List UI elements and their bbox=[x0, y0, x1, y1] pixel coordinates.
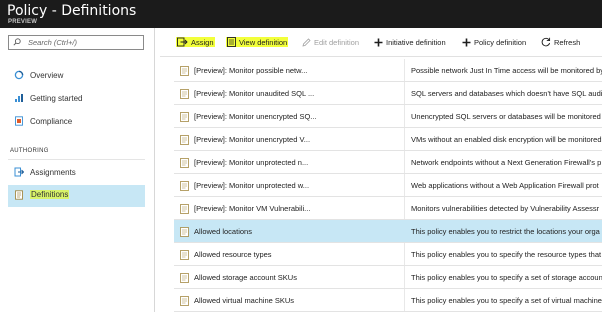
nav-item-definitions[interactable]: Definitions bbox=[8, 185, 145, 207]
page-title: Policy - Definitions bbox=[7, 3, 137, 19]
policy-icon bbox=[180, 296, 189, 306]
view-definition-icon bbox=[227, 37, 236, 47]
row-description: This policy enables you to specify the r… bbox=[411, 250, 602, 259]
view-definition-label: View definition bbox=[239, 37, 288, 47]
nav-item-label: Getting started bbox=[30, 94, 83, 103]
definitions-icon bbox=[15, 190, 23, 200]
row-description: Web applications without a Web Applicati… bbox=[411, 181, 599, 190]
row-name: Allowed storage account SKUs bbox=[194, 273, 297, 282]
view-definition-button[interactable]: View definition bbox=[226, 36, 289, 48]
initiative-definition-button[interactable]: Initiative definition bbox=[374, 36, 446, 48]
policy-icon bbox=[180, 158, 189, 168]
edit-definition-button[interactable]: Edit definition bbox=[302, 36, 359, 48]
plus-icon bbox=[374, 38, 383, 46]
row-name: [Preview]: Monitor unaudited SQL ... bbox=[194, 89, 315, 98]
nav-item-overview[interactable]: Overview bbox=[8, 65, 145, 87]
row-description: Network endpoints without a Next Generat… bbox=[411, 158, 602, 167]
policy-icon bbox=[180, 66, 189, 76]
row-description: This policy enables you to restrict the … bbox=[411, 227, 600, 236]
search-icon bbox=[13, 38, 21, 46]
row-description: Possible network Just In Time access wil… bbox=[411, 66, 602, 75]
refresh-button[interactable]: Refresh bbox=[541, 36, 580, 48]
row-name: Allowed locations bbox=[194, 227, 252, 236]
edit-definition-label: Edit definition bbox=[314, 37, 360, 47]
section-label-authoring: AUTHORING bbox=[10, 148, 49, 154]
table-row[interactable]: [Preview]: Monitor unencrypted SQ... Une… bbox=[174, 105, 602, 128]
policy-icon bbox=[180, 135, 189, 145]
search-input[interactable]: Search (Ctrl+/) bbox=[8, 35, 144, 50]
initiative-definition-label: Initiative definition bbox=[386, 37, 446, 47]
nav-item-label: Assignments bbox=[30, 168, 76, 177]
nav-item-label: Compliance bbox=[30, 117, 73, 126]
pencil-icon bbox=[302, 37, 311, 47]
refresh-icon bbox=[541, 37, 551, 47]
command-bar: Assign View definition Edit definition I… bbox=[160, 28, 602, 57]
row-name: Allowed virtual machine SKUs bbox=[194, 296, 295, 305]
nav-item-assignments[interactable]: Assignments bbox=[8, 162, 145, 184]
table-row[interactable]: [Preview]: Monitor unencrypted V... VMs … bbox=[174, 128, 602, 151]
policy-icon bbox=[180, 89, 189, 99]
nav-item-getting-started[interactable]: Getting started bbox=[8, 88, 145, 110]
nav-item-label: Overview bbox=[30, 71, 64, 80]
row-name: [Preview]: Monitor unprotected w... bbox=[194, 181, 310, 190]
row-description: Monitors vulnerabilities detected by Vul… bbox=[411, 204, 600, 213]
table-row[interactable]: [Preview]: Monitor unaudited SQL ... SQL… bbox=[174, 82, 602, 105]
table-row[interactable]: [Preview]: Monitor unprotected n... Netw… bbox=[174, 151, 602, 174]
row-name: Allowed resource types bbox=[194, 250, 272, 259]
policy-definition-label: Policy definition bbox=[474, 37, 527, 47]
assignments-icon bbox=[14, 167, 24, 177]
table-row[interactable]: [Preview]: Monitor VM Vulnerabili... Mon… bbox=[174, 197, 602, 220]
row-name: [Preview]: Monitor unencrypted SQ... bbox=[194, 112, 317, 121]
nav-item-label: Definitions bbox=[30, 190, 70, 199]
refresh-label: Refresh bbox=[554, 37, 581, 47]
table-row[interactable]: [Preview]: Monitor possible netw... Poss… bbox=[174, 59, 602, 82]
policy-icon bbox=[180, 250, 189, 260]
preview-badge: PREVIEW bbox=[8, 19, 38, 25]
table-row[interactable]: Allowed virtual machine SKUs This policy… bbox=[174, 289, 602, 312]
search-placeholder: Search (Ctrl+/) bbox=[28, 38, 77, 47]
policy-icon bbox=[180, 112, 189, 122]
row-description: This policy enables you to specify a set… bbox=[411, 273, 602, 282]
row-name: [Preview]: Monitor possible netw... bbox=[194, 66, 308, 75]
section-divider bbox=[8, 159, 145, 160]
row-name: [Preview]: Monitor VM Vulnerabili... bbox=[194, 204, 311, 213]
getting-started-icon bbox=[15, 94, 23, 102]
assign-button[interactable]: Assign bbox=[176, 36, 215, 48]
row-description: Unencrypted SQL servers or databases wil… bbox=[411, 112, 601, 121]
table-row[interactable]: Allowed storage account SKUs This policy… bbox=[174, 266, 602, 289]
assign-label: Assign bbox=[191, 37, 214, 47]
row-description: This policy enables you to specify a set… bbox=[411, 296, 602, 305]
left-nav: Search (Ctrl+/) Overview Getting started… bbox=[0, 28, 155, 312]
nav-item-compliance[interactable]: Compliance bbox=[8, 111, 145, 133]
policy-icon bbox=[180, 204, 189, 214]
row-name: [Preview]: Monitor unencrypted V... bbox=[194, 135, 311, 144]
policy-icon bbox=[180, 273, 189, 283]
table-row[interactable]: [Preview]: Monitor unprotected w... Web … bbox=[174, 174, 602, 197]
assign-icon bbox=[177, 37, 188, 47]
table-row-selected[interactable]: Allowed locations This policy enables yo… bbox=[174, 220, 602, 243]
policy-definition-button[interactable]: Policy definition bbox=[462, 36, 526, 48]
policy-icon bbox=[180, 181, 189, 191]
row-description: SQL servers and databases which doesn't … bbox=[411, 89, 602, 98]
row-description: VMs without an enabled disk encryption w… bbox=[411, 135, 602, 144]
table-row[interactable]: Allowed resource types This policy enabl… bbox=[174, 243, 602, 266]
overview-icon bbox=[14, 70, 24, 80]
compliance-icon bbox=[15, 116, 23, 126]
plus-icon bbox=[462, 38, 471, 46]
blade-header: Policy - Definitions PREVIEW bbox=[0, 0, 602, 28]
row-name: [Preview]: Monitor unprotected n... bbox=[194, 158, 309, 167]
policy-icon bbox=[180, 227, 189, 237]
